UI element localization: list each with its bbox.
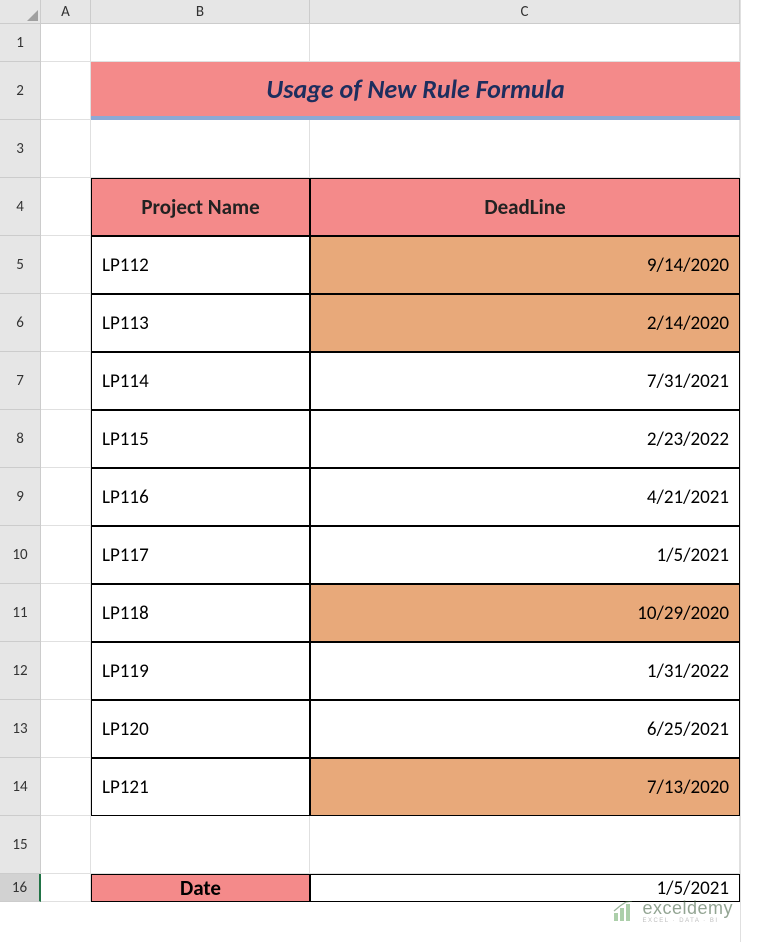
col-header-a[interactable]: A (41, 0, 91, 24)
cell-a9[interactable] (41, 468, 91, 526)
header-deadline[interactable]: DeadLine (310, 178, 740, 236)
cell-deadline-1[interactable]: 2/14/2020 (310, 294, 740, 352)
watermark-main: exceldemy (642, 899, 733, 917)
row-header-16[interactable]: 16 (0, 874, 41, 902)
date-label[interactable]: Date (91, 874, 310, 902)
cell-b1[interactable] (91, 24, 310, 62)
cell-a14[interactable] (41, 758, 91, 816)
cell-b3[interactable] (91, 120, 310, 178)
cell-a2[interactable] (41, 62, 91, 120)
spreadsheet-grid: A B C 1 2 Usage of New Rule Formula 3 4 … (0, 0, 768, 902)
row-header-14[interactable]: 14 (0, 758, 41, 816)
cell-a4[interactable] (41, 178, 91, 236)
cell-c15[interactable] (310, 816, 740, 874)
cell-project-1[interactable]: LP113 (91, 294, 310, 352)
cell-deadline-0[interactable]: 9/14/2020 (310, 236, 740, 294)
row-header-9[interactable]: 9 (0, 468, 41, 526)
cell-project-3[interactable]: LP115 (91, 410, 310, 468)
row-header-11[interactable]: 11 (0, 584, 41, 642)
chart-icon (612, 901, 636, 923)
cell-project-8[interactable]: LP120 (91, 700, 310, 758)
col-header-c[interactable]: C (310, 0, 740, 24)
cell-a11[interactable] (41, 584, 91, 642)
row-header-7[interactable]: 7 (0, 352, 41, 410)
row-header-8[interactable]: 8 (0, 410, 41, 468)
right-edge-column (740, 0, 768, 942)
cell-a7[interactable] (41, 352, 91, 410)
cell-project-4[interactable]: LP116 (91, 468, 310, 526)
row-header-6[interactable]: 6 (0, 294, 41, 352)
cell-deadline-2[interactable]: 7/31/2021 (310, 352, 740, 410)
cell-deadline-6[interactable]: 10/29/2020 (310, 584, 740, 642)
col-header-b[interactable]: B (91, 0, 310, 24)
cell-project-6[interactable]: LP118 (91, 584, 310, 642)
cell-project-7[interactable]: LP119 (91, 642, 310, 700)
cell-deadline-8[interactable]: 6/25/2021 (310, 700, 740, 758)
watermark-sub: EXCEL · DATA · BI (642, 918, 733, 924)
row-header-13[interactable]: 13 (0, 700, 41, 758)
cell-project-0[interactable]: LP112 (91, 236, 310, 294)
cell-a10[interactable] (41, 526, 91, 584)
cell-deadline-5[interactable]: 1/5/2021 (310, 526, 740, 584)
cell-a5[interactable] (41, 236, 91, 294)
cell-a15[interactable] (41, 816, 91, 874)
watermark-text: exceldemy EXCEL · DATA · BI (642, 899, 733, 924)
row-header-3[interactable]: 3 (0, 120, 41, 178)
row-header-15[interactable]: 15 (0, 816, 41, 874)
cell-deadline-7[interactable]: 1/31/2022 (310, 642, 740, 700)
cell-a13[interactable] (41, 700, 91, 758)
cell-project-5[interactable]: LP117 (91, 526, 310, 584)
watermark: exceldemy EXCEL · DATA · BI (612, 899, 733, 924)
cell-project-9[interactable]: LP121 (91, 758, 310, 816)
cell-c3[interactable] (310, 120, 740, 178)
cell-a16[interactable] (41, 874, 91, 902)
row-header-12[interactable]: 12 (0, 642, 41, 700)
cell-a6[interactable] (41, 294, 91, 352)
cell-deadline-3[interactable]: 2/23/2022 (310, 410, 740, 468)
cell-a8[interactable] (41, 410, 91, 468)
cell-b15[interactable] (91, 816, 310, 874)
cell-deadline-9[interactable]: 7/13/2020 (310, 758, 740, 816)
cell-deadline-4[interactable]: 4/21/2021 (310, 468, 740, 526)
header-project[interactable]: Project Name (91, 178, 310, 236)
cell-a1[interactable] (41, 24, 91, 62)
row-header-5[interactable]: 5 (0, 236, 41, 294)
cell-a3[interactable] (41, 120, 91, 178)
select-all-corner[interactable] (0, 0, 41, 24)
cell-project-2[interactable]: LP114 (91, 352, 310, 410)
cell-c1[interactable] (310, 24, 740, 62)
cell-a12[interactable] (41, 642, 91, 700)
row-header-2[interactable]: 2 (0, 62, 41, 120)
row-header-1[interactable]: 1 (0, 24, 41, 62)
row-header-4[interactable]: 4 (0, 178, 41, 236)
title-banner[interactable]: Usage of New Rule Formula (91, 62, 740, 120)
row-header-10[interactable]: 10 (0, 526, 41, 584)
